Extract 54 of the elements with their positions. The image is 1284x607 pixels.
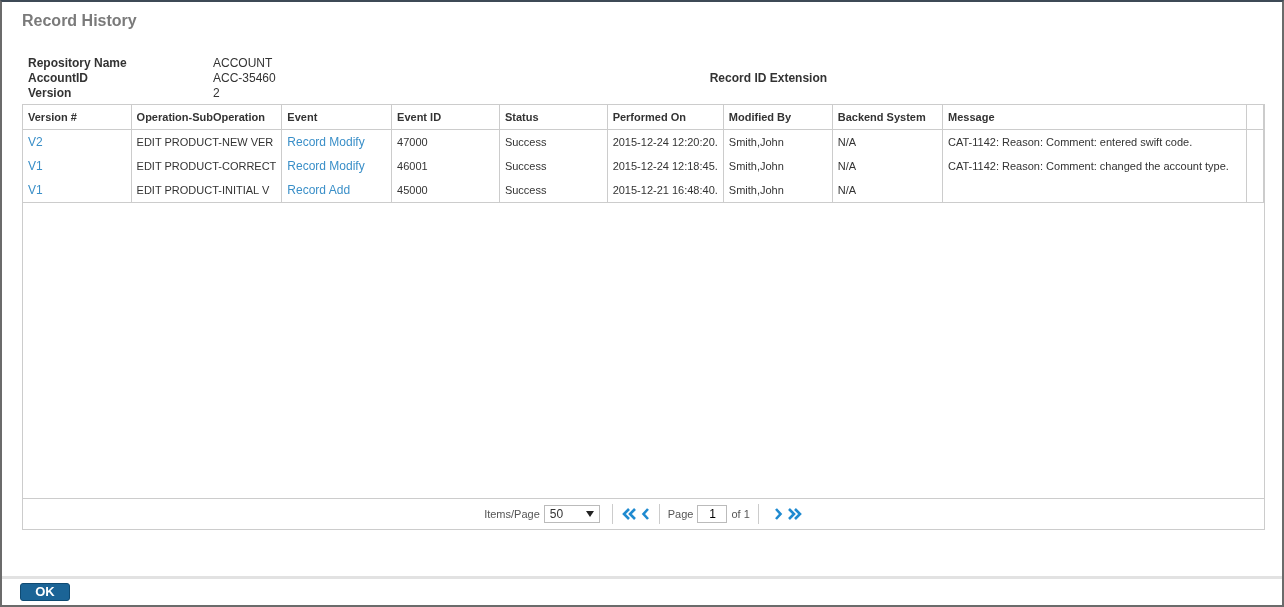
table-cell: N/A — [837, 136, 857, 148]
field-value: ACC-35460 — [213, 71, 276, 85]
items-per-page-dropdown[interactable]: 50 — [543, 505, 600, 523]
column-header[interactable]: Message — [942, 105, 1247, 130]
column-header[interactable]: Modified By — [723, 105, 833, 130]
table-cell: Success — [504, 160, 547, 172]
column-header[interactable]: Backend System — [832, 105, 943, 130]
last-page-icon[interactable] — [786, 507, 803, 521]
page-count: of 1 — [731, 508, 750, 520]
table-cell: 46001 — [397, 160, 428, 172]
table-cell: EDIT PRODUCT-CORRECT — [136, 160, 277, 172]
table-cell: 47000 — [397, 136, 428, 148]
field-label: Version — [28, 86, 73, 100]
column-header[interactable]: Version # — [23, 105, 132, 130]
table-cell: N/A — [837, 160, 857, 172]
previous-page-icon[interactable] — [640, 507, 651, 521]
table-cell: N/A — [837, 184, 857, 196]
version-link[interactable]: V1 — [28, 159, 43, 173]
field-label: AccountID — [28, 71, 89, 85]
column-header[interactable]: Performed On — [607, 105, 724, 130]
table-cell: 2015-12-24 12:20:20. — [612, 136, 718, 148]
column-header[interactable]: Event — [281, 105, 392, 130]
items-per-page-label: Items/Page — [484, 508, 540, 520]
page-number-field[interactable]: 1 — [697, 505, 728, 523]
column-header[interactable]: Event ID — [391, 105, 500, 130]
event-link[interactable]: Record Add — [287, 183, 351, 197]
table-cell: EDIT PRODUCT-NEW VER — [136, 136, 274, 148]
version-link[interactable]: V1 — [28, 183, 43, 197]
field-label: Repository Name — [28, 56, 128, 70]
dialog-title: Record History — [22, 12, 137, 30]
column-header[interactable]: Status — [499, 105, 608, 130]
table-cell: 45000 — [397, 184, 428, 196]
caret-icon — [585, 511, 594, 517]
page-label: Page — [667, 508, 694, 520]
column-header[interactable]: Operation-SubOperation — [131, 105, 282, 130]
field-label: Record ID Extension — [709, 71, 828, 85]
field-value: 2 — [213, 86, 221, 100]
field-value: ACCOUNT — [213, 56, 274, 70]
table-cell: CAT-1142: Reason: Comment: changed the account type. — [948, 160, 1229, 172]
ok-button[interactable]: OK — [20, 583, 70, 601]
table-cell: Smith,John — [728, 184, 784, 196]
table-cell: 2015-12-21 16:48:40. — [612, 184, 718, 196]
next-page-icon[interactable] — [772, 507, 783, 521]
table-cell: Success — [504, 184, 547, 196]
table-cell: EDIT PRODUCT-INITIAL V — [136, 184, 270, 196]
table-cell: Success — [504, 136, 547, 148]
event-link[interactable]: Record Modify — [287, 159, 365, 173]
table-cell: Smith,John — [728, 136, 784, 148]
event-link[interactable]: Record Modify — [287, 135, 365, 149]
first-page-icon[interactable] — [620, 507, 637, 521]
table-cell: CAT-1142: Reason: Comment: entered swift code. — [948, 136, 1193, 148]
version-link[interactable]: V2 — [28, 135, 43, 149]
table-cell: 2015-12-24 12:18:45. — [612, 160, 718, 172]
table-cell: Smith,John — [728, 160, 784, 172]
